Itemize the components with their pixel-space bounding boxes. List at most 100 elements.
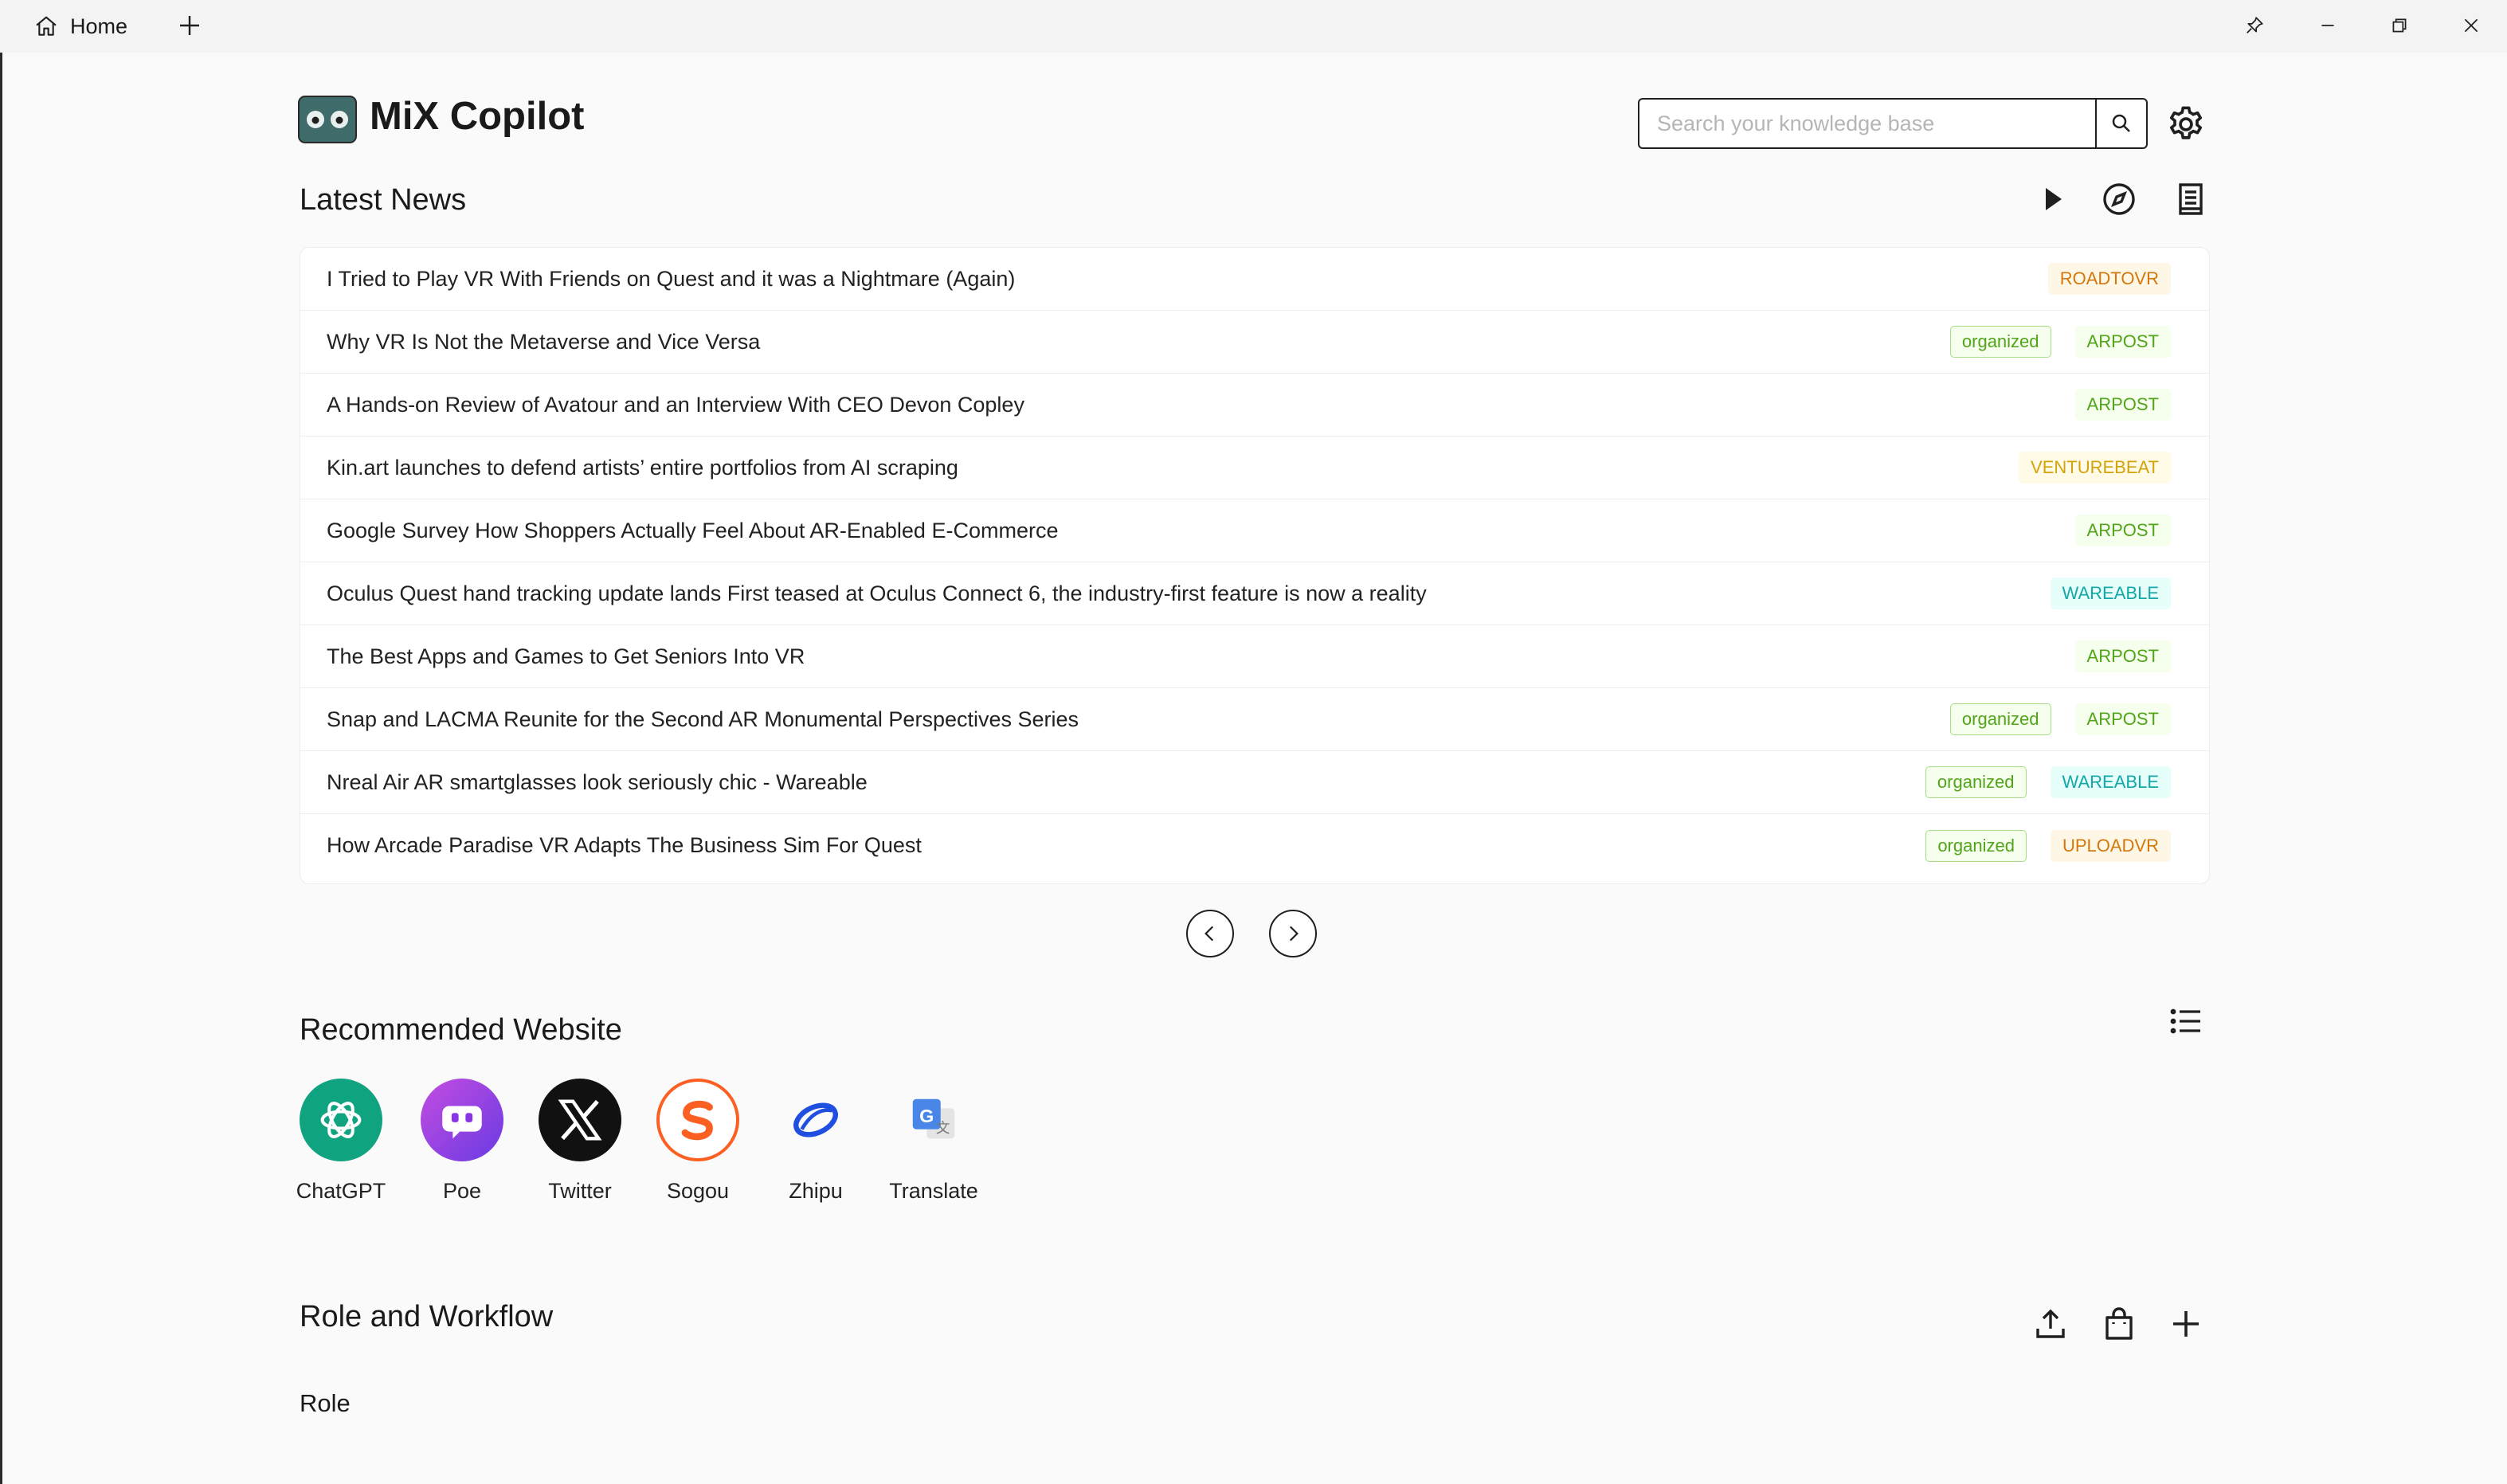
chatgpt-logo bbox=[300, 1079, 382, 1161]
website-label: Sogou bbox=[666, 1179, 730, 1203]
news-list: I Tried to Play VR With Friends on Quest… bbox=[300, 247, 2210, 884]
news-item-title[interactable]: Snap and LACMA Reunite for the Second AR… bbox=[327, 707, 1950, 732]
window-edge bbox=[0, 53, 2, 1484]
website-label: ChatGPT bbox=[296, 1179, 386, 1203]
restore-button[interactable] bbox=[2385, 11, 2414, 40]
sogou-icon bbox=[681, 1100, 713, 1141]
next-page-button[interactable] bbox=[1269, 910, 1317, 957]
source-badge: VENTUREBEAT bbox=[2019, 452, 2171, 484]
recommended-website-heading: Recommended Website bbox=[300, 1013, 622, 1047]
new-tab-button[interactable] bbox=[175, 11, 204, 40]
website-label: Twitter bbox=[548, 1179, 612, 1203]
news-item-tags: organized UPLOADVR bbox=[1925, 829, 2171, 862]
news-item-title[interactable]: Oculus Quest hand tracking update lands … bbox=[327, 581, 2051, 606]
poe-logo bbox=[421, 1079, 503, 1161]
news-item[interactable]: Kin.art launches to defend artists’ enti… bbox=[300, 437, 2209, 499]
website-label: Translate bbox=[889, 1179, 978, 1203]
zhipu-icon bbox=[793, 1102, 838, 1137]
website-twitter[interactable]: Twitter bbox=[524, 1079, 636, 1204]
minimize-icon bbox=[2321, 25, 2334, 26]
source-badge: ARPOST bbox=[2074, 515, 2171, 546]
source-badge: UPLOADVR bbox=[2050, 829, 2171, 862]
pin-icon bbox=[2247, 17, 2263, 33]
news-item-title[interactable]: Google Survey How Shoppers Actually Feel… bbox=[327, 519, 2075, 543]
chatgpt-icon bbox=[320, 1102, 362, 1138]
news-item-title[interactable]: Nreal Air AR smartglasses look seriously… bbox=[327, 770, 1925, 795]
compass-icon bbox=[2103, 183, 2135, 215]
news-item[interactable]: Nreal Air AR smartglasses look seriously… bbox=[300, 751, 2209, 814]
reader-button[interactable] bbox=[2172, 180, 2210, 218]
source-badge: WAREABLE bbox=[2050, 766, 2171, 798]
add-role-button[interactable] bbox=[2167, 1305, 2205, 1343]
upload-icon bbox=[2036, 1309, 2065, 1338]
minimize-button[interactable] bbox=[2313, 11, 2342, 40]
search-icon bbox=[2112, 114, 2130, 132]
svg-text:文: 文 bbox=[936, 1121, 950, 1137]
news-item-tags: organized ARPOST bbox=[1949, 326, 2171, 358]
organized-badge: organized bbox=[1949, 326, 2051, 358]
news-item-title[interactable]: Why VR Is Not the Metaverse and Vice Ver… bbox=[327, 330, 1950, 354]
news-item[interactable]: How Arcade Paradise VR Adapts The Busine… bbox=[300, 814, 2209, 877]
close-icon bbox=[2464, 18, 2478, 33]
shopping-bag-icon bbox=[2105, 1307, 2133, 1340]
organized-badge: organized bbox=[1925, 829, 2027, 862]
news-item-tags: ARPOST bbox=[2074, 515, 2171, 546]
play-icon bbox=[2046, 188, 2062, 210]
news-item[interactable]: Snap and LACMA Reunite for the Second AR… bbox=[300, 688, 2209, 751]
organized-badge: organized bbox=[1925, 766, 2027, 798]
news-item[interactable]: Why VR Is Not the Metaverse and Vice Ver… bbox=[300, 311, 2209, 374]
news-item[interactable]: Google Survey How Shoppers Actually Feel… bbox=[300, 499, 2209, 562]
website-label: Poe bbox=[442, 1179, 482, 1203]
role-subheading: Role bbox=[300, 1389, 351, 1417]
store-button[interactable] bbox=[2100, 1305, 2138, 1343]
settings-gear-icon[interactable] bbox=[2165, 104, 2207, 145]
organized-badge: organized bbox=[1949, 703, 2051, 735]
news-item-title[interactable]: Kin.art launches to defend artists’ enti… bbox=[327, 456, 2019, 480]
website-translate[interactable]: G 文 Translate bbox=[878, 1079, 989, 1204]
website-chatgpt[interactable]: ChatGPT bbox=[285, 1079, 397, 1204]
news-item[interactable]: A Hands-on Review of Avatour and an Inte… bbox=[300, 374, 2209, 437]
news-item-title[interactable]: The Best Apps and Games to Get Seniors I… bbox=[327, 644, 2075, 669]
news-item-tags: ARPOST bbox=[2074, 389, 2171, 421]
news-item-title[interactable]: How Arcade Paradise VR Adapts The Busine… bbox=[327, 833, 1925, 858]
news-item[interactable]: I Tried to Play VR With Friends on Quest… bbox=[300, 248, 2209, 311]
source-badge: ARPOST bbox=[2074, 389, 2171, 421]
source-badge: ARPOST bbox=[2074, 640, 2171, 672]
search-bar bbox=[1638, 98, 2148, 149]
close-button[interactable] bbox=[2457, 11, 2485, 40]
news-item-tags: organized WAREABLE bbox=[1925, 766, 2171, 798]
svg-text:G: G bbox=[919, 1106, 934, 1126]
pin-button[interactable] bbox=[2240, 11, 2269, 40]
translate-logo: G 文 bbox=[892, 1079, 975, 1161]
news-item[interactable]: Oculus Quest hand tracking update lands … bbox=[300, 562, 2209, 625]
google-translate-icon: G 文 bbox=[912, 1098, 955, 1139]
app-title: MiX Copilot bbox=[370, 95, 585, 138]
latest-news-heading: Latest News bbox=[300, 183, 467, 217]
website-poe[interactable]: Poe bbox=[406, 1079, 518, 1204]
search-button[interactable] bbox=[2095, 100, 2146, 147]
chevron-right-icon bbox=[1289, 926, 1299, 942]
website-list-button[interactable] bbox=[2167, 1002, 2205, 1040]
previous-page-button[interactable] bbox=[1186, 910, 1234, 957]
tab-home-label: Home bbox=[70, 14, 128, 38]
upload-button[interactable] bbox=[2031, 1305, 2070, 1343]
play-button[interactable] bbox=[2033, 180, 2071, 218]
news-item-tags: organized ARPOST bbox=[1949, 703, 2171, 735]
restore-icon bbox=[2392, 18, 2407, 33]
news-item-title[interactable]: I Tried to Play VR With Friends on Quest… bbox=[327, 267, 2048, 292]
website-zhipu[interactable]: Zhipu bbox=[760, 1079, 872, 1204]
news-item-tags: WAREABLE bbox=[2050, 578, 2171, 609]
source-badge: ARPOST bbox=[2074, 703, 2171, 735]
x-icon bbox=[558, 1099, 602, 1141]
source-badge: WAREABLE bbox=[2050, 578, 2171, 609]
search-input[interactable] bbox=[1639, 100, 2095, 147]
source-badge: ROADTOVR bbox=[2047, 263, 2171, 295]
zhipu-logo bbox=[774, 1079, 857, 1161]
news-item-title[interactable]: A Hands-on Review of Avatour and an Inte… bbox=[327, 393, 2075, 417]
tab-home[interactable]: Home bbox=[33, 10, 127, 43]
news-item[interactable]: The Best Apps and Games to Get Seniors I… bbox=[300, 625, 2209, 688]
app-logo-icon bbox=[298, 96, 357, 143]
explore-button[interactable] bbox=[2100, 180, 2138, 218]
website-sogou[interactable]: Sogou bbox=[642, 1079, 754, 1204]
twitter-logo bbox=[539, 1079, 621, 1161]
